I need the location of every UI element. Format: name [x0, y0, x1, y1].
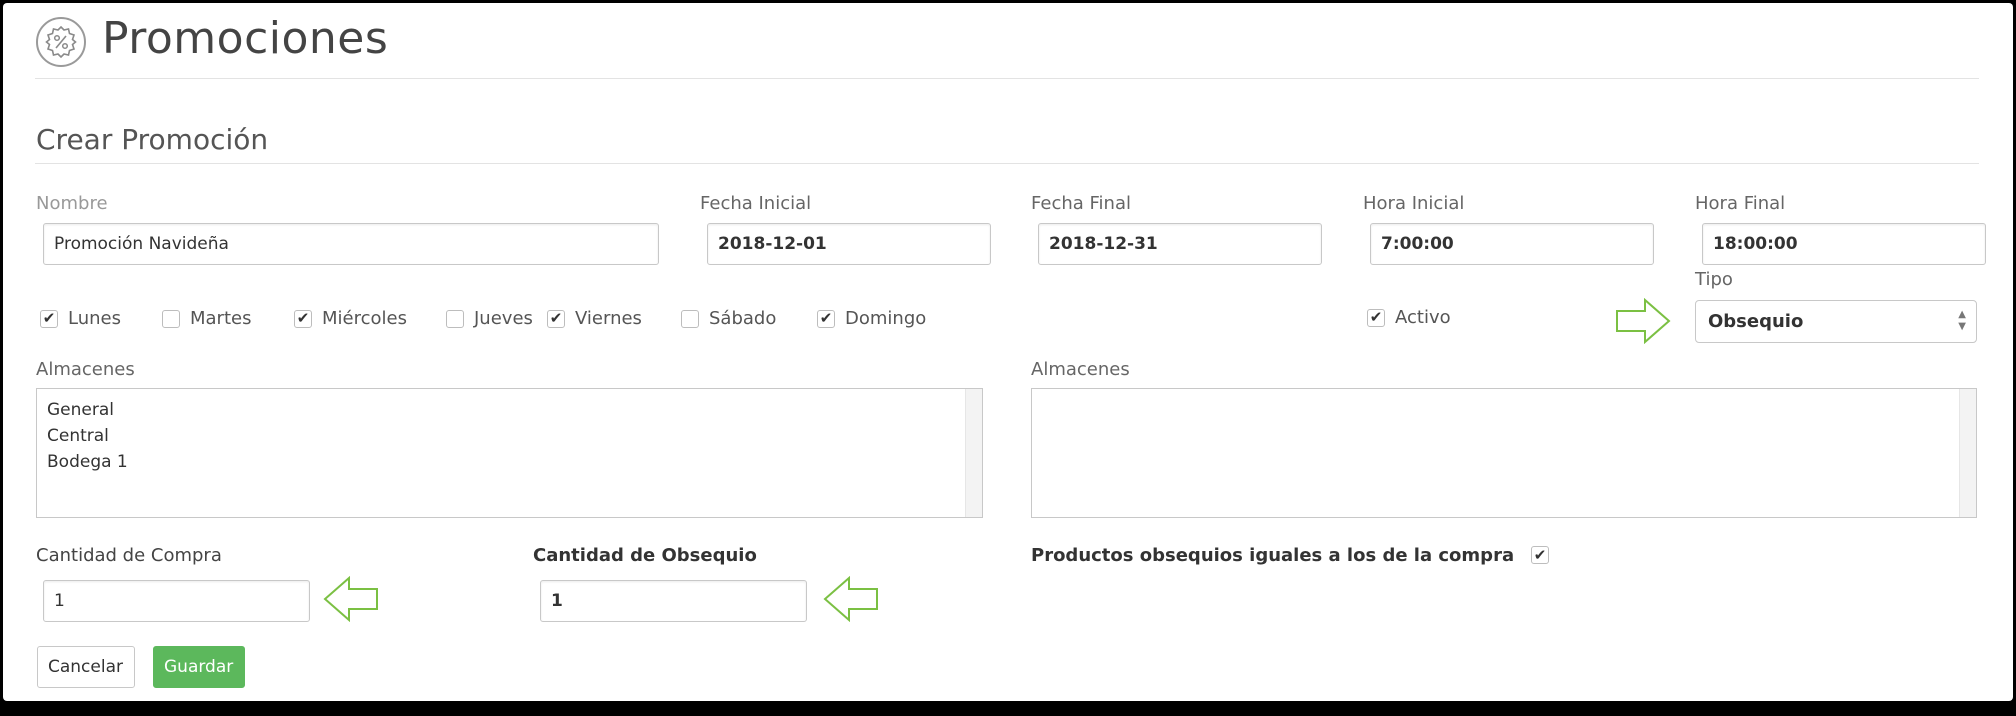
- header-divider: [35, 78, 1979, 79]
- tipo-label: Tipo: [1695, 269, 1733, 290]
- hora-inicial-input[interactable]: 7:00:00: [1370, 223, 1654, 265]
- checkbox-checked-icon: ✔: [547, 309, 565, 328]
- fecha-inicial-input[interactable]: 2018-12-01: [707, 223, 991, 265]
- checkbox-unchecked-icon: [681, 309, 699, 328]
- percent-badge-icon: [36, 17, 86, 67]
- list-item[interactable]: Central: [47, 423, 972, 449]
- productos-iguales-label: Productos obsequios iguales a los de la …: [1031, 545, 1515, 566]
- checkbox-checked-icon: ✔: [40, 309, 58, 328]
- almacenes-seleccionados-list[interactable]: [1031, 388, 1977, 518]
- checkbox-label: Viernes: [575, 308, 642, 329]
- tipo-select[interactable]: Obsequio ▲ ▼: [1695, 300, 1977, 343]
- cancel-button[interactable]: Cancelar: [37, 646, 135, 688]
- fecha-final-label: Fecha Final: [1031, 193, 1131, 214]
- cantidad-obsequio-input[interactable]: 1: [540, 580, 807, 622]
- page-title: Promociones: [102, 13, 389, 64]
- almacenes-disponibles-list[interactable]: General Central Bodega 1: [36, 388, 983, 518]
- checkbox-domingo[interactable]: ✔ Domingo: [817, 308, 926, 329]
- checkbox-checked-icon: ✔: [1367, 308, 1385, 327]
- list-item[interactable]: General: [47, 397, 972, 423]
- app-frame: Promociones Crear Promoción Nombre Fecha…: [3, 3, 2013, 701]
- arrow-right-icon: [1616, 298, 1671, 344]
- arrow-left-icon: [823, 576, 878, 622]
- tipo-selected-value: Obsequio: [1708, 311, 1804, 332]
- checkbox-miercoles[interactable]: ✔ Miércoles: [294, 308, 407, 329]
- save-button[interactable]: Guardar: [153, 646, 245, 688]
- almacenes-seleccionados-label: Almacenes: [1031, 359, 1130, 380]
- checkbox-unchecked-icon: [162, 309, 180, 328]
- cantidad-obsequio-label: Cantidad de Obsequio: [533, 545, 757, 566]
- checkbox-jueves[interactable]: Jueves: [446, 308, 533, 329]
- checkbox-label: Domingo: [845, 308, 927, 329]
- checkbox-label: Jueves: [474, 308, 533, 329]
- nombre-input[interactable]: Promoción Navideña: [43, 223, 659, 265]
- checkbox-label: Martes: [190, 308, 252, 329]
- arrow-left-icon: [323, 576, 378, 622]
- checkbox-lunes[interactable]: ✔ Lunes: [40, 308, 121, 329]
- scrollbar[interactable]: [1959, 389, 1976, 517]
- productos-iguales-checkbox[interactable]: ✔: [1531, 546, 1549, 564]
- checkbox-martes[interactable]: Martes: [162, 308, 251, 329]
- hora-inicial-label: Hora Inicial: [1363, 193, 1465, 214]
- select-caret-icon: ▲ ▼: [1958, 309, 1966, 332]
- checkbox-activo[interactable]: ✔ Activo: [1367, 307, 1451, 328]
- almacenes-disponibles-label: Almacenes: [36, 359, 135, 380]
- checkbox-checked-icon: ✔: [1531, 546, 1549, 564]
- checkbox-label: Sábado: [709, 308, 777, 329]
- list-item[interactable]: Bodega 1: [47, 449, 972, 475]
- checkbox-label: Activo: [1395, 307, 1451, 328]
- scrollbar[interactable]: [965, 389, 982, 517]
- fecha-final-input[interactable]: 2018-12-31: [1038, 223, 1322, 265]
- hora-final-input[interactable]: 18:00:00: [1702, 223, 1986, 265]
- nombre-label: Nombre: [36, 193, 108, 214]
- checkbox-sabado[interactable]: Sábado: [681, 308, 776, 329]
- hora-final-label: Hora Final: [1695, 193, 1786, 214]
- checkbox-checked-icon: ✔: [294, 309, 312, 328]
- section-title: Crear Promoción: [36, 123, 269, 156]
- checkbox-unchecked-icon: [446, 309, 464, 328]
- checkbox-label: Miércoles: [322, 308, 407, 329]
- cantidad-compra-input[interactable]: 1: [43, 580, 310, 622]
- section-divider: [35, 163, 1979, 164]
- checkbox-viernes[interactable]: ✔ Viernes: [547, 308, 642, 329]
- cantidad-compra-label: Cantidad de Compra: [36, 545, 222, 566]
- fecha-inicial-label: Fecha Inicial: [700, 193, 812, 214]
- checkbox-checked-icon: ✔: [817, 309, 835, 328]
- checkbox-label: Lunes: [68, 308, 121, 329]
